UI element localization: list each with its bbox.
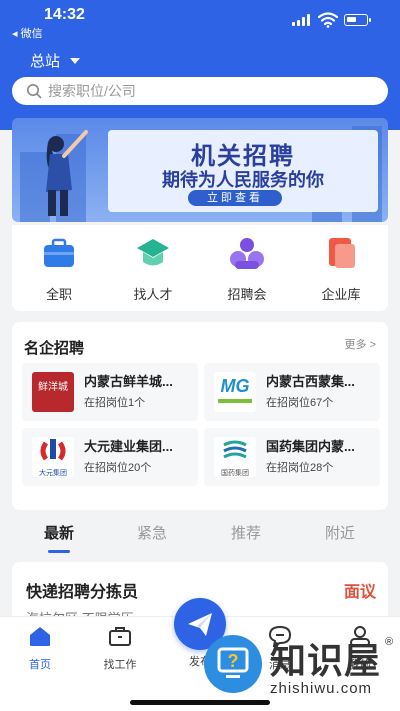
section-title: 名企招聘: [24, 340, 85, 357]
company-card[interactable]: 鲜洋城 内蒙古鲜羊城... 在招岗位1个: [22, 363, 198, 421]
tab-latest[interactable]: 最新: [29, 522, 89, 543]
nav-label: 找工作: [103, 659, 137, 671]
search-bar[interactable]: [12, 77, 388, 105]
quick-nav-talent[interactable]: 找人才: [106, 235, 200, 303]
search-icon: [27, 84, 42, 99]
briefcase-icon: [109, 627, 131, 646]
company-job-count: 在招岗位28个: [266, 462, 334, 474]
battery-icon: [344, 14, 371, 26]
svg-text:?: ?: [228, 651, 239, 671]
quick-nav-label: 全职: [45, 287, 72, 302]
more-link[interactable]: 更多 >: [345, 336, 376, 352]
briefcase-icon: [44, 238, 74, 267]
company-logo: 鲜洋城: [32, 372, 74, 412]
nav-home[interactable]: 首页: [0, 625, 80, 672]
tab-nearby[interactable]: 附近: [310, 522, 370, 543]
company-logo: 国药集团: [214, 437, 256, 477]
quick-nav-label: 企业库: [321, 287, 361, 302]
home-indicator: [130, 700, 270, 705]
watermark-question-icon: ?: [204, 635, 262, 693]
watermark-url: zhishiwu.com: [270, 680, 373, 697]
quick-nav-company-library[interactable]: 企业库: [294, 235, 388, 303]
company-job-count: 在招岗位1个: [84, 397, 146, 409]
job-title: 快递招聘分拣员: [26, 584, 139, 601]
nav-label: 首页: [29, 659, 51, 671]
quick-nav: 全职 找人才 招聘会 企业库: [12, 225, 388, 311]
quick-nav-job-fair[interactable]: 招聘会: [200, 235, 294, 303]
banner-person-illustration: [46, 130, 88, 216]
company-job-count: 在招岗位67个: [266, 397, 334, 409]
signal-icon: [292, 14, 312, 26]
company-logo-text: 鲜洋城: [38, 382, 68, 393]
job-salary: 面议: [343, 584, 376, 601]
search-input[interactable]: [48, 83, 348, 99]
company-name: 内蒙古西蒙集...: [266, 374, 355, 389]
company-card[interactable]: MG 内蒙古西蒙集... 在招岗位67个: [204, 363, 380, 421]
graduation-cap-icon: [137, 239, 169, 266]
location-label: 总站: [30, 53, 61, 70]
company-card-icon: [329, 238, 355, 268]
nav-find-job[interactable]: 找工作: [80, 625, 160, 672]
tab-recommended[interactable]: 推荐: [216, 522, 276, 543]
company-logo-text: MG: [220, 376, 250, 396]
home-icon: [30, 627, 50, 646]
active-tab-indicator: [48, 550, 70, 553]
company-logo-text: 大元集团: [39, 470, 67, 477]
company-name: 国药集团内蒙...: [266, 439, 355, 454]
company-job-count: 在招岗位20个: [84, 462, 152, 474]
job-list-tabs: 最新 紧急 推荐 附近: [0, 522, 400, 553]
wifi-icon: [318, 12, 338, 28]
location-selector[interactable]: 总站: [30, 50, 81, 71]
company-logo: MG: [214, 372, 256, 412]
watermark-registered-mark: ®: [385, 636, 394, 648]
company-name: 内蒙古鲜羊城...: [84, 374, 173, 389]
company-logo-text: 国药集团: [221, 470, 249, 477]
company-name: 大元建业集团...: [84, 439, 173, 454]
company-card[interactable]: 国药集团 国药集团内蒙... 在招岗位28个: [204, 428, 380, 486]
status-time: 14:32: [44, 6, 85, 23]
back-to-wechat-link[interactable]: ◂ 微信: [12, 25, 43, 41]
people-group-icon: [230, 238, 264, 269]
quick-nav-label: 招聘会: [227, 287, 267, 302]
banner-subtitle: 期待为人民服务的你: [162, 170, 324, 190]
tab-urgent[interactable]: 紧急: [122, 522, 182, 543]
quick-nav-label: 找人才: [133, 287, 173, 302]
promo-banner[interactable]: 机关招聘 期待为人民服务的你 立即查看: [12, 118, 388, 222]
company-card[interactable]: 大元集团 大元建业集团... 在招岗位20个: [22, 428, 198, 486]
watermark-text: 知识屋: [270, 640, 382, 681]
chevron-down-icon: [70, 57, 81, 64]
banner-view-button[interactable]: 立即查看: [188, 190, 282, 206]
famous-companies-section: 名企招聘 更多 > 鲜洋城 内蒙古鲜羊城... 在招岗位1个 MG 内蒙古西蒙集…: [12, 322, 388, 510]
status-bar: 14:32 ◂ 微信: [0, 0, 400, 40]
company-logo: 大元集团: [32, 437, 74, 477]
quick-nav-fulltime[interactable]: 全职: [12, 235, 106, 303]
